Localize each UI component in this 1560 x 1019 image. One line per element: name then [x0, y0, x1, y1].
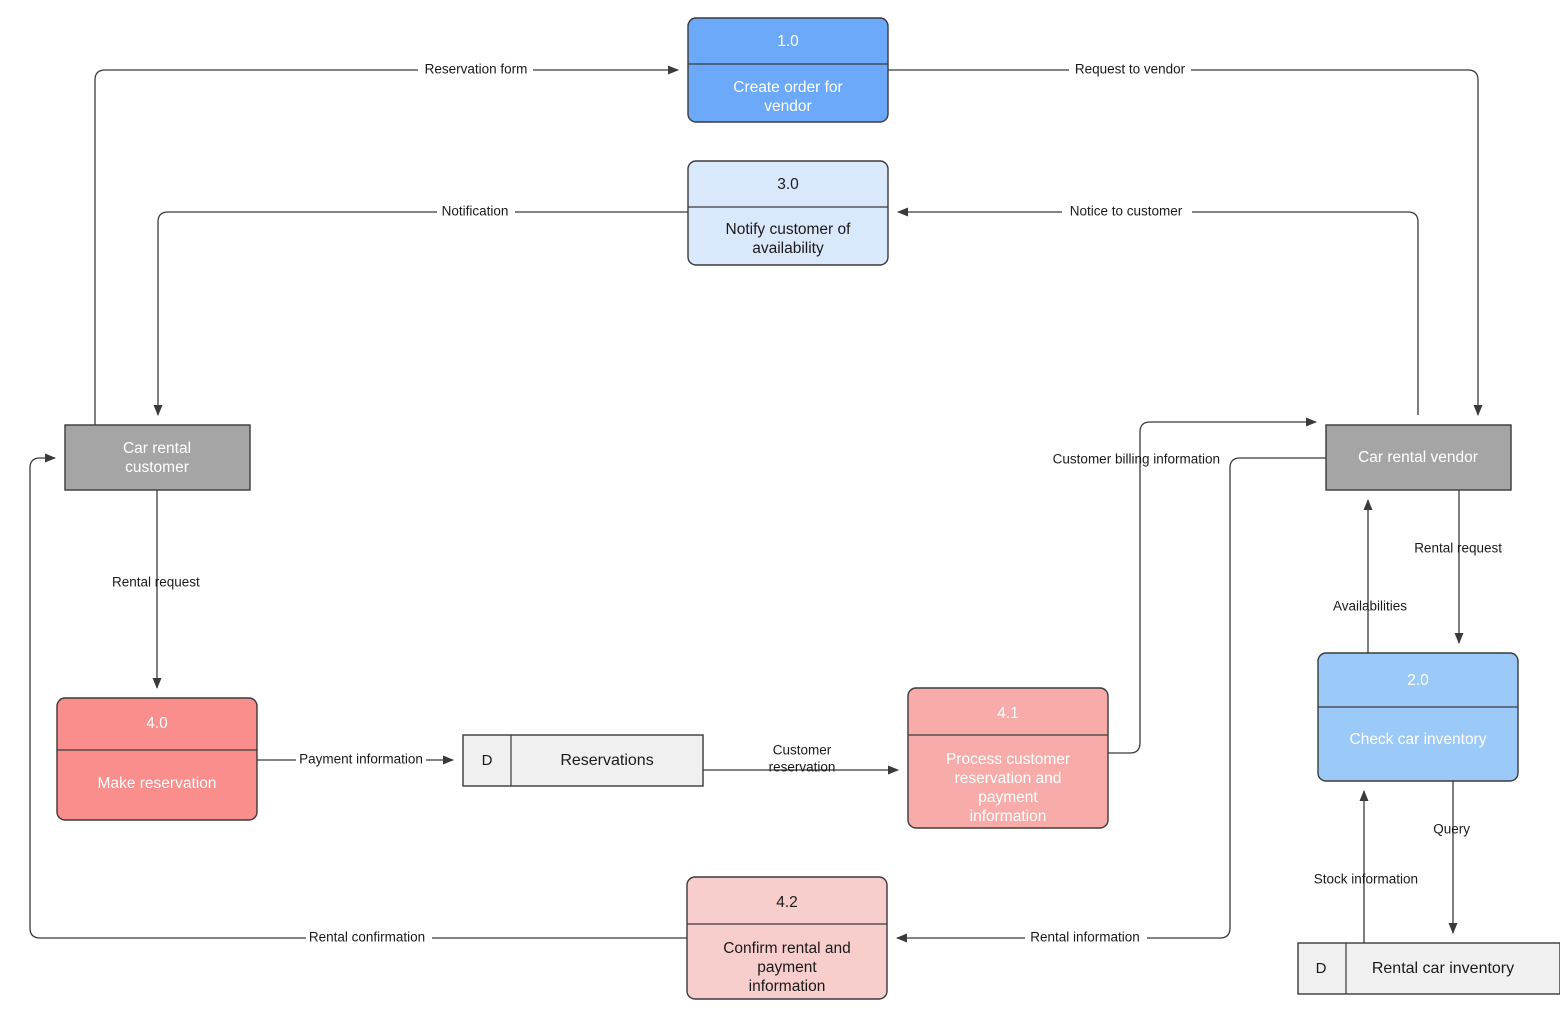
flow-label-reservation-form: Reservation form [425, 62, 528, 77]
flow-label-notification: Notification [442, 204, 509, 219]
store-reservations-label: Reservations [560, 752, 653, 769]
process-1-0-name-line1: Create order for [733, 79, 842, 96]
flow-notification-line [153, 211, 688, 416]
process-4-2-name-line1: Confirm rental and [723, 940, 851, 957]
process-1-0-number: 1.0 [777, 33, 799, 50]
external-entity-car-rental-vendor[interactable]: Car rental vendor [1325, 424, 1512, 491]
flow-label-availabilities: Availabilities [1333, 599, 1407, 614]
store-reservations-letter: D [482, 752, 493, 769]
store-inventory-label: Rental car inventory [1372, 960, 1514, 977]
external-entity-car-rental-customer[interactable]: Car rental customer [64, 424, 251, 491]
entity-customer-box[interactable] [64, 424, 251, 491]
process-4-1-name-line4: information [970, 808, 1047, 825]
process-node-4-1[interactable]: 4.1 Process customer reservation and pay… [907, 687, 1109, 829]
data-store-rental-car-inventory[interactable]: D Rental car inventory [1297, 942, 1560, 995]
data-store-reservations[interactable]: D Reservations [462, 734, 704, 787]
process-4-1-name-line2: reservation and [955, 770, 1062, 787]
store-inventory-letter: D [1316, 960, 1327, 977]
process-4-1-number: 4.1 [997, 705, 1019, 722]
process-3-0-name-line1: Notify customer of [726, 221, 852, 238]
process-3-0-name-line2: availability [752, 240, 824, 257]
data-flow-diagram-canvas: Reservation form Request to vendor Notif… [0, 0, 1560, 1019]
process-1-0-name-line2: vendor [764, 98, 811, 115]
process-4-0-number: 4.0 [146, 715, 168, 732]
process-node-2-0[interactable]: 2.0 Check car inventory [1317, 652, 1519, 782]
process-node-1-0[interactable]: 1.0 Create order for vendor [687, 17, 889, 123]
process-2-0-name: Check car inventory [1350, 731, 1487, 748]
process-4-1-name-line3: payment [978, 789, 1038, 806]
flow-label-notice-to-customer: Notice to customer [1070, 204, 1183, 219]
process-4-2-number: 4.2 [776, 894, 798, 911]
process-2-0-number: 2.0 [1407, 672, 1429, 689]
process-3-0-number: 3.0 [777, 176, 799, 193]
flow-label-payment-information: Payment information [299, 752, 423, 767]
entity-customer-label-line1: Car rental [123, 440, 191, 457]
process-node-4-0[interactable]: 4.0 Make reservation [56, 697, 258, 821]
flow-label-request-to-vendor: Request to vendor [1075, 62, 1186, 77]
flow-request-to-vendor-line [888, 69, 1483, 416]
flow-label-customer-reservation-line1: Customer [773, 743, 832, 758]
process-node-3-0[interactable]: 3.0 Notify customer of availability [687, 160, 889, 266]
flow-customer-billing-information-line [1108, 417, 1317, 754]
flow-label-rental-request-customer: Rental request [112, 575, 200, 590]
process-4-2-name-line2: payment [757, 959, 817, 976]
process-4-0-name: Make reservation [98, 775, 217, 792]
process-4-1-name-line1: Process customer [946, 751, 1070, 768]
entity-customer-label-line2: customer [125, 459, 189, 476]
process-4-2-name-line3: information [749, 978, 826, 995]
flow-label-stock-information: Stock information [1314, 872, 1418, 887]
flow-notice-to-customer-line [897, 207, 1419, 415]
flow-label-rental-confirmation: Rental confirmation [309, 930, 425, 945]
process-node-4-2[interactable]: 4.2 Confirm rental and payment informati… [686, 876, 888, 1000]
flow-label-rental-information: Rental information [1030, 930, 1140, 945]
flow-label-rental-request-vendor: Rental request [1414, 541, 1502, 556]
entity-vendor-label: Car rental vendor [1358, 449, 1478, 466]
flow-label-customer-billing-information: Customer billing information [1053, 452, 1220, 467]
dfd-svg: Reservation form Request to vendor Notif… [29, 17, 1560, 1000]
flow-label-query: Query [1433, 822, 1470, 837]
flow-label-customer-reservation-line2: reservation [769, 760, 836, 775]
